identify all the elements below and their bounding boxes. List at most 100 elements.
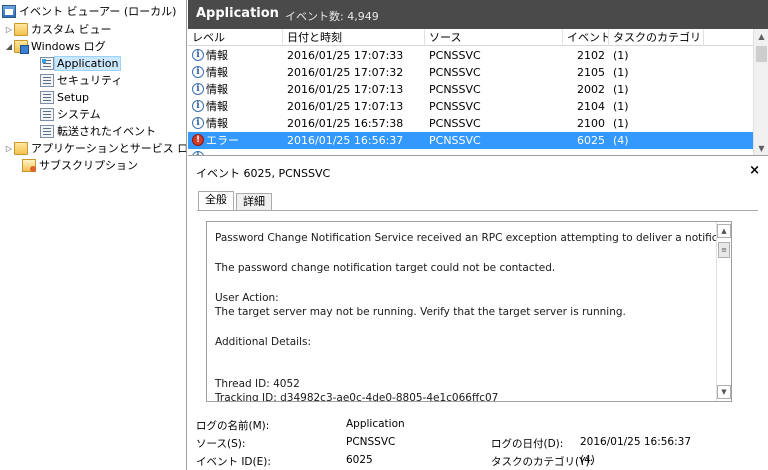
info-icon: i [192, 49, 204, 61]
source-cell: PCNSSVC [429, 49, 481, 62]
tree-item-label: カスタム ビュー [31, 23, 112, 36]
column-header-row: レベル 日付と時刻 ソース イベント... タスクのカテゴリ [188, 29, 753, 46]
expand-icon[interactable]: ▷ [4, 21, 14, 38]
info-icon: i [192, 66, 204, 78]
level-cell: i [188, 149, 283, 155]
error-icon: ! [192, 134, 204, 146]
tab-general[interactable]: 全般 [198, 191, 234, 211]
event-detail-pane: イベント 6025, PCNSSVC × 全般 詳細 Password Chan… [188, 157, 768, 470]
table-row-selected[interactable]: ! エラー 2016/01/25 16:56:37 PCNSSVC 6025 (4… [188, 132, 753, 149]
level-text: 情報 [206, 83, 228, 96]
info-icon: i [192, 83, 204, 95]
log-name-label: ログの名前(M): [196, 420, 270, 432]
task-category-cell: (1) [613, 117, 629, 130]
scrollbar-thumb[interactable] [756, 46, 767, 62]
column-header-task-category[interactable]: タスクのカテゴリ [609, 29, 704, 46]
scroll-down-icon[interactable]: ▼ [717, 385, 731, 399]
datetime-cell: 2016/01/25 17:07:13 [287, 100, 404, 113]
folder-icon [14, 23, 28, 36]
tree-item-security[interactable]: セキュリティ [40, 72, 122, 89]
table-row[interactable]: i 情報 2016/01/25 17:07:13 PCNSSVC 2104 (1) [188, 98, 753, 115]
tree-item-applications-and-services-logs[interactable]: ▷ アプリケーションとサービス ログ [4, 140, 186, 157]
level-text: 情報 [206, 100, 228, 113]
tree-item-label: イベント ビューアー (ローカル) [19, 5, 177, 18]
message-scrollbar[interactable]: ▲ ≡ ▼ [716, 222, 731, 401]
collapse-icon[interactable]: ◢ [4, 38, 14, 55]
column-header-event-id[interactable]: イベント... [563, 29, 609, 46]
level-text: 情報 [206, 117, 228, 130]
info-icon: i [192, 117, 204, 129]
source-label: ソース(S): [196, 438, 246, 450]
event-viewer-icon [2, 5, 16, 18]
log-name-value: Application [346, 418, 405, 430]
message-line: Additional Details: [215, 336, 311, 348]
tree-item-custom-views[interactable]: ▷ カスタム ビュー [4, 21, 112, 38]
scroll-up-icon[interactable]: ▲ [717, 224, 731, 238]
scroll-up-icon[interactable]: ▲ [754, 29, 768, 44]
message-line: The target server may not be running. Ve… [215, 306, 626, 318]
log-icon [40, 91, 54, 104]
source-cell: PCNSSVC [429, 117, 481, 130]
event-id-cell: 6025 [577, 134, 605, 147]
message-line: The password change notification target … [215, 262, 556, 274]
tree-item-event-viewer-root[interactable]: イベント ビューアー (ローカル) [2, 3, 176, 20]
subscription-icon [22, 159, 36, 172]
column-header-level[interactable]: レベル [188, 29, 283, 46]
event-id-label: イベント ID(E): [196, 456, 271, 468]
task-category-cell: (1) [613, 66, 629, 79]
tree-item-windows-logs[interactable]: ◢ Windows ログ [4, 38, 106, 55]
table-row[interactable]: i 情報 2016/01/25 16:57:38 PCNSSVC 2100 (1) [188, 115, 753, 132]
event-list-scrollbar[interactable]: ▲ ▼ [753, 29, 768, 155]
table-row[interactable]: i 情報 2016/01/25 17:07:33 PCNSSVC 2102 (1) [188, 47, 753, 64]
close-icon[interactable]: × [749, 163, 760, 178]
message-line: Thread ID: 4052 [215, 378, 300, 390]
source-cell: PCNSSVC [429, 66, 481, 79]
event-id-cell: 2104 [577, 100, 605, 113]
tree-item-system[interactable]: システム [40, 106, 101, 123]
datetime-cell: 2016/01/25 16:56:37 [287, 134, 404, 147]
task-category-cell: (1) [613, 49, 629, 62]
event-detail-title: イベント 6025, PCNSSVC [196, 167, 331, 180]
event-message-box[interactable]: Password Change Notification Service rec… [206, 221, 732, 402]
folder-icon [14, 142, 28, 155]
level-text: 情報 [206, 49, 228, 62]
task-category-cell: (1) [613, 100, 629, 113]
level-text: 情報 [206, 66, 228, 79]
tab-details[interactable]: 詳細 [236, 193, 272, 211]
level-cell: i 情報 [188, 47, 283, 64]
folder-icon [14, 40, 29, 54]
event-id-value: 6025 [346, 454, 373, 466]
level-cell: ! エラー [188, 132, 283, 149]
tree-item-application[interactable]: Application [40, 55, 122, 72]
tree-item-subscriptions[interactable]: サブスクリプション [22, 157, 138, 174]
expand-icon[interactable]: ▷ [4, 140, 14, 157]
log-title: Application [196, 6, 279, 21]
table-row[interactable]: i 情報 2016/01/25 17:07:32 PCNSSVC 2105 (1) [188, 64, 753, 81]
log-icon [40, 125, 54, 138]
info-icon: i [192, 151, 204, 155]
level-cell: i 情報 [188, 115, 283, 132]
scrollbar-thumb[interactable]: ≡ [718, 242, 730, 258]
source-cell: PCNSSVC [429, 100, 481, 113]
tree-item-label: Application [54, 56, 122, 71]
datetime-cell: 2016/01/25 17:07:33 [287, 49, 404, 62]
source-cell: PCNSSVC [429, 134, 481, 147]
log-header: Application イベント数: 4,949 [188, 0, 768, 29]
table-row[interactable]: i [188, 149, 753, 155]
event-count: イベント数: 4,949 [285, 10, 379, 23]
tree-item-setup[interactable]: Setup [40, 89, 89, 106]
scroll-down-icon[interactable]: ▼ [754, 141, 768, 155]
datetime-cell: 2016/01/25 16:57:38 [287, 117, 404, 130]
tree-item-label: システム [57, 108, 101, 121]
logged-value: 2016/01/25 16:56:37 [580, 436, 692, 448]
logged-label: ログの日付(D): [491, 438, 564, 450]
navigation-tree: イベント ビューアー (ローカル) ▷ カスタム ビュー ◢ Windows ログ … [0, 0, 187, 470]
column-header-datetime[interactable]: 日付と時刻 [283, 29, 425, 46]
table-row[interactable]: i 情報 2016/01/25 17:07:13 PCNSSVC 2002 (1) [188, 81, 753, 98]
tree-item-forwarded-events[interactable]: 転送されたイベント [40, 123, 156, 140]
event-id-cell: 2102 [577, 49, 605, 62]
column-header-source[interactable]: ソース [425, 29, 563, 46]
level-cell: i 情報 [188, 98, 283, 115]
event-id-cell: 2002 [577, 83, 605, 96]
log-icon [40, 57, 54, 70]
